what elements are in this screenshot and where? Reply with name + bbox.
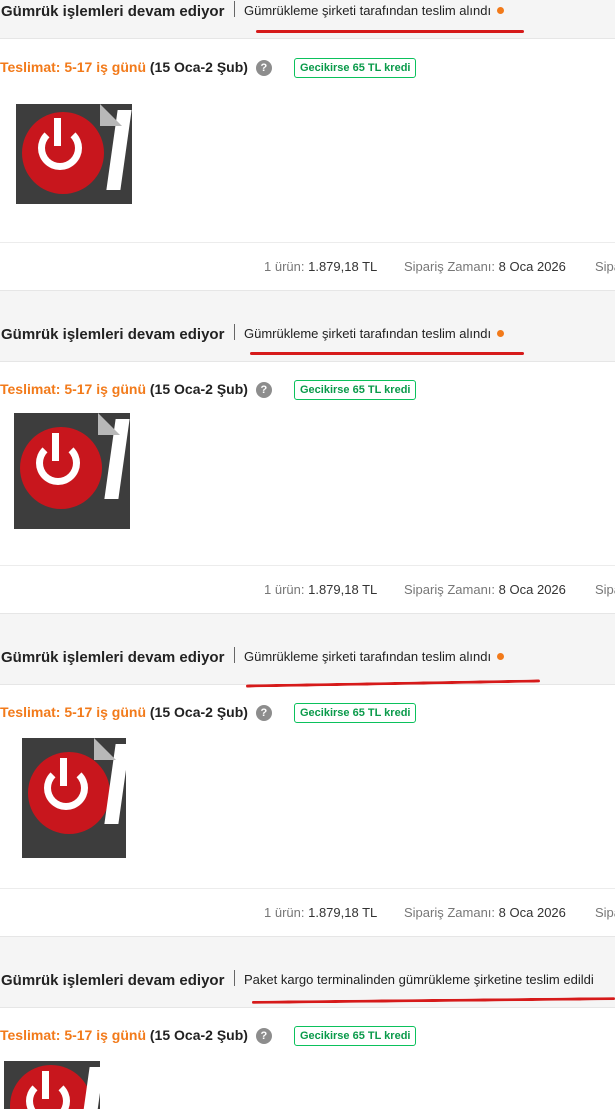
order-time: Sipariş Zamanı: 8 Oca 2026	[404, 259, 566, 274]
item-count: 1 ürün: 1.879,18 TL	[264, 582, 378, 597]
status-dot-icon	[497, 330, 505, 337]
order-status-title: Gümrük işlemleri devam ediyor	[1, 649, 225, 666]
delivery-info: Teslimat: 5-17 iş günü (15 Oca-2 Şub) ?	[0, 381, 272, 403]
order-time-truncated: Sipa	[595, 905, 615, 920]
order-header: Gümrük işlemleri devam ediyor Gümrükleme…	[0, 0, 615, 39]
order-status-title: Gümrük işlemleri devam ediyor	[1, 326, 225, 343]
credit-badge: Gecikirse 65 TL kredi	[294, 1026, 417, 1046]
order-status-title: Gümrük işlemleri devam ediyor	[1, 3, 225, 20]
delivery-label: Teslimat: 5-17 iş günü	[0, 381, 146, 397]
order-time: Sipariş Zamanı: 8 Oca 2026	[404, 582, 566, 597]
question-mark-circle-icon[interactable]: ?	[255, 705, 272, 721]
card-separator	[0, 290, 615, 311]
delivery-label: Teslimat: 5-17 iş günü	[0, 1027, 146, 1043]
item-count: 1 ürün: 1.879,18 TL	[264, 905, 378, 920]
order-status-detail[interactable]: Gümrükleme şirketi tarafından teslim alı…	[244, 649, 505, 664]
divider	[234, 970, 235, 986]
order-summary: 1 ürün: 1.879,18 TL Sipariş Zamanı: 8 Oc…	[0, 888, 615, 935]
credit-badge: Gecikirse 65 TL kredi	[294, 58, 417, 78]
credit-badge: Gecikirse 65 TL kredi	[294, 380, 417, 400]
order-header: Gümrük işlemleri devam ediyor Gümrükleme…	[0, 634, 615, 685]
card-separator	[0, 613, 615, 634]
delivery-range: (15 Oca-2 Şub)	[149, 381, 248, 397]
status-dot-icon	[497, 7, 505, 14]
status-dot-icon	[497, 653, 505, 660]
product-thumbnail[interactable]	[22, 738, 126, 858]
delivery-label: Teslimat: 5-17 iş günü	[0, 704, 146, 720]
delivery-info: Teslimat: 5-17 iş günü (15 Oca-2 Şub) ?	[0, 1027, 272, 1049]
question-mark-circle-icon[interactable]: ?	[255, 1028, 272, 1044]
divider	[234, 647, 235, 663]
credit-badge: Gecikirse 65 TL kredi	[294, 703, 417, 723]
product-thumbnail[interactable]	[14, 413, 130, 529]
order-time-truncated: Sipa	[595, 582, 615, 597]
annotation-underline	[250, 352, 524, 355]
order-status-detail[interactable]: Paket kargo terminalinden gümrükleme şir…	[244, 972, 594, 987]
order-summary: 1 ürün: 1.879,18 TL Sipariş Zamanı: 8 Oc…	[0, 565, 615, 612]
question-mark-circle-icon[interactable]: ?	[255, 382, 272, 398]
order-status-detail[interactable]: Gümrükleme şirketi tarafından teslim alı…	[244, 3, 505, 18]
delivery-info: Teslimat: 5-17 iş günü (15 Oca-2 Şub) ?	[0, 704, 272, 726]
card-separator	[0, 936, 615, 957]
question-mark-circle-icon[interactable]: ?	[255, 60, 272, 76]
order-status-detail[interactable]: Gümrükleme şirketi tarafından teslim alı…	[244, 326, 505, 341]
delivery-range: (15 Oca-2 Şub)	[149, 1027, 248, 1043]
divider	[234, 1, 235, 17]
order-time: Sipariş Zamanı: 8 Oca 2026	[404, 905, 566, 920]
annotation-underline	[256, 30, 524, 33]
divider	[234, 324, 235, 340]
product-thumbnail[interactable]	[16, 104, 132, 204]
item-count: 1 ürün: 1.879,18 TL	[264, 259, 378, 274]
delivery-info: Teslimat: 5-17 iş günü (15 Oca-2 Şub) ?	[0, 59, 272, 81]
delivery-range: (15 Oca-2 Şub)	[149, 704, 248, 720]
order-time-truncated: Sipa	[595, 259, 615, 274]
order-summary: 1 ürün: 1.879,18 TL Sipariş Zamanı: 8 Oc…	[0, 242, 615, 289]
order-status-title: Gümrük işlemleri devam ediyor	[1, 972, 225, 989]
delivery-label: Teslimat: 5-17 iş günü	[0, 59, 146, 75]
delivery-range: (15 Oca-2 Şub)	[149, 59, 248, 75]
product-thumbnail[interactable]	[4, 1061, 100, 1109]
